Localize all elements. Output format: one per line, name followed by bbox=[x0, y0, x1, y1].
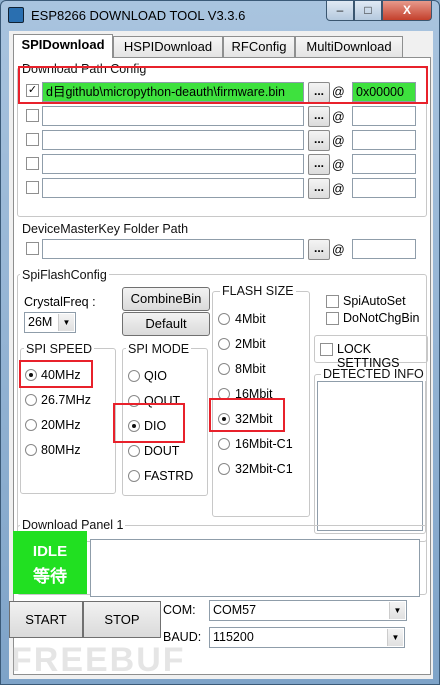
speed-80mhz-label: 80MHz bbox=[41, 443, 81, 457]
highlight-path-row bbox=[18, 66, 428, 104]
app-window: ESP8266 DOWNLOAD TOOL V3.3.6 ‒ □ X SPIDo… bbox=[0, 0, 440, 685]
chevron-down-icon: ▼ bbox=[58, 314, 74, 331]
row5-address-field[interactable] bbox=[352, 178, 416, 198]
detected-info-label: DETECTED INFO bbox=[321, 367, 426, 381]
row4-at-label: @ bbox=[332, 158, 345, 172]
tab-rfconfig[interactable]: RFConfig bbox=[223, 36, 295, 58]
chevron-down-icon: ▼ bbox=[389, 602, 405, 619]
stop-button[interactable]: STOP bbox=[83, 601, 161, 638]
com-value: COM57 bbox=[213, 603, 257, 617]
mode-fastrd-radio[interactable] bbox=[128, 470, 140, 482]
size-2mbit-label: 2Mbit bbox=[235, 337, 266, 351]
speed-26mhz-label: 26.7MHz bbox=[41, 393, 92, 407]
device-key-address-field[interactable] bbox=[352, 239, 416, 259]
watermark: FREEBUF bbox=[11, 641, 186, 679]
row5-checkbox[interactable] bbox=[26, 181, 39, 194]
speed-26mhz-radio[interactable] bbox=[25, 394, 37, 406]
row2-path-field[interactable] bbox=[42, 106, 304, 126]
detected-info-box[interactable] bbox=[317, 381, 423, 531]
mode-qio-radio[interactable] bbox=[128, 370, 140, 382]
download-panel-label: Download Panel 1 bbox=[20, 518, 126, 532]
highlight-dio bbox=[113, 403, 185, 443]
row4-checkbox[interactable] bbox=[26, 157, 39, 170]
tab-hspidownload[interactable]: HSPIDownload bbox=[113, 36, 223, 58]
window-title: ESP8266 DOWNLOAD TOOL V3.3.6 bbox=[31, 8, 246, 23]
com-select[interactable]: COM57 ▼ bbox=[209, 600, 407, 621]
highlight-40mhz bbox=[19, 360, 93, 388]
speed-20mhz-label: 20MHz bbox=[41, 418, 81, 432]
device-key-label: DeviceMasterKey Folder Path bbox=[20, 222, 191, 236]
row3-address-field[interactable] bbox=[352, 130, 416, 150]
speed-80mhz-radio[interactable] bbox=[25, 444, 37, 456]
size-32mbit-c1-label: 32Mbit-C1 bbox=[235, 462, 293, 476]
spi-speed-label: SPI SPEED bbox=[24, 342, 94, 356]
mode-qio-label: QIO bbox=[144, 369, 167, 383]
status-indicator: IDLE 等待 bbox=[13, 531, 87, 594]
combine-bin-button[interactable]: CombineBin bbox=[122, 287, 210, 311]
crystal-freq-value: 26M bbox=[28, 315, 53, 329]
row3-path-field[interactable] bbox=[42, 130, 304, 150]
speed-20mhz-radio[interactable] bbox=[25, 419, 37, 431]
row5-browse-button[interactable]: ... bbox=[308, 178, 330, 199]
client-area: SPIDownload HSPIDownload RFConfig MultiD… bbox=[9, 31, 433, 679]
com-label: COM: bbox=[163, 603, 196, 617]
title-bar[interactable]: ESP8266 DOWNLOAD TOOL V3.3.6 ‒ □ X bbox=[1, 1, 439, 31]
spi-auto-set-checkbox[interactable] bbox=[326, 295, 339, 308]
crystal-freq-label: CrystalFreq : bbox=[24, 295, 96, 309]
minimize-button[interactable]: ‒ bbox=[326, 1, 354, 21]
size-4mbit-radio[interactable] bbox=[218, 313, 230, 325]
row4-address-field[interactable] bbox=[352, 154, 416, 174]
size-2mbit-radio[interactable] bbox=[218, 338, 230, 350]
device-key-browse-button[interactable]: ... bbox=[308, 239, 330, 260]
tab-spidownload[interactable]: SPIDownload bbox=[13, 34, 113, 58]
row2-checkbox[interactable] bbox=[26, 109, 39, 122]
app-icon bbox=[8, 7, 24, 23]
size-16mbit-c1-radio[interactable] bbox=[218, 438, 230, 450]
close-button[interactable]: X bbox=[382, 1, 432, 21]
flash-size-label: FLASH SIZE bbox=[220, 284, 296, 298]
device-key-checkbox[interactable] bbox=[26, 242, 39, 255]
spi-flash-label: SpiFlashConfig bbox=[20, 268, 109, 282]
row2-at-label: @ bbox=[332, 110, 345, 124]
spi-auto-set-label: SpiAutoSet bbox=[343, 294, 406, 308]
default-button[interactable]: Default bbox=[122, 312, 210, 336]
tab-multidownload[interactable]: MultiDownload bbox=[295, 36, 403, 58]
baud-select[interactable]: 115200 ▼ bbox=[209, 627, 405, 648]
row3-checkbox[interactable] bbox=[26, 133, 39, 146]
lock-settings-checkbox[interactable] bbox=[320, 343, 333, 356]
row3-browse-button[interactable]: ... bbox=[308, 130, 330, 151]
row5-at-label: @ bbox=[332, 182, 345, 196]
do-not-chg-bin-checkbox[interactable] bbox=[326, 312, 339, 325]
status-idle-text: IDLE bbox=[32, 543, 68, 560]
mode-dout-radio[interactable] bbox=[128, 445, 140, 457]
maximize-button[interactable]: □ bbox=[354, 1, 382, 21]
device-key-at-label: @ bbox=[332, 243, 345, 257]
row2-address-field[interactable] bbox=[352, 106, 416, 126]
mode-dout-label: DOUT bbox=[144, 444, 180, 458]
size-16mbit-c1-label: 16Mbit-C1 bbox=[235, 437, 293, 451]
crystal-freq-select[interactable]: 26M ▼ bbox=[24, 312, 76, 333]
device-key-path-field[interactable] bbox=[42, 239, 304, 259]
row2-browse-button[interactable]: ... bbox=[308, 106, 330, 127]
do-not-chg-bin-label: DoNotChgBin bbox=[343, 311, 420, 325]
lock-settings-label: LOCK SETTINGS bbox=[337, 342, 400, 370]
size-4mbit-label: 4Mbit bbox=[235, 312, 266, 326]
log-output-box[interactable] bbox=[90, 539, 420, 597]
spi-mode-label: SPI MODE bbox=[126, 342, 192, 356]
size-32mbit-c1-radio[interactable] bbox=[218, 463, 230, 475]
row5-path-field[interactable] bbox=[42, 178, 304, 198]
row4-browse-button[interactable]: ... bbox=[308, 154, 330, 175]
status-waiting-text: 等待 bbox=[33, 567, 67, 586]
size-8mbit-radio[interactable] bbox=[218, 363, 230, 375]
row4-path-field[interactable] bbox=[42, 154, 304, 174]
size-8mbit-label: 8Mbit bbox=[235, 362, 266, 376]
row3-at-label: @ bbox=[332, 134, 345, 148]
chevron-down-icon: ▼ bbox=[387, 629, 403, 646]
mode-fastrd-label: FASTRD bbox=[144, 469, 194, 483]
start-button[interactable]: START bbox=[9, 601, 83, 638]
baud-value: 115200 bbox=[213, 630, 254, 644]
highlight-32mbit bbox=[209, 398, 285, 432]
